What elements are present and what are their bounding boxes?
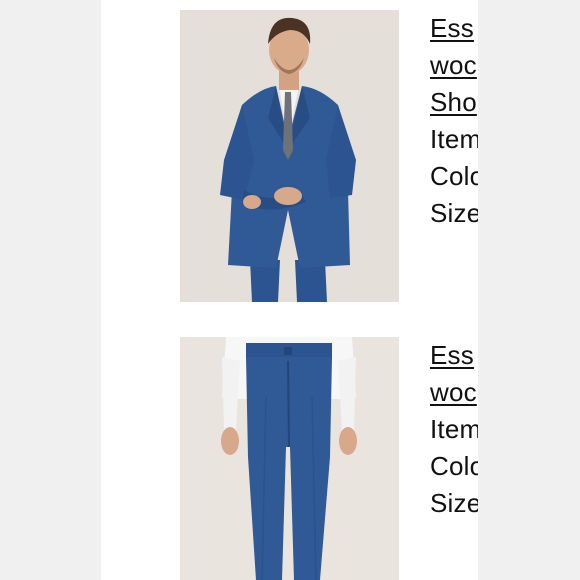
product-row-trousers: Ess woc Item Colo Size <box>101 337 478 580</box>
product-title-line-1[interactable]: Ess <box>430 10 478 47</box>
suit-trousers-photo <box>180 337 399 580</box>
right-margin <box>478 0 580 580</box>
product-details-jacket: Ess woc Sho Item Colo Size <box>430 10 478 232</box>
item-label: Item <box>430 414 478 444</box>
shop-link[interactable]: Sho <box>430 84 478 121</box>
product-title-line-2[interactable]: woc <box>430 47 478 84</box>
size-label: Size <box>430 488 478 518</box>
left-margin <box>0 0 101 580</box>
size-label: Size <box>430 198 478 228</box>
suit-jacket-photo <box>180 10 399 302</box>
product-details-trousers: Ess woc Item Colo Size <box>430 337 478 522</box>
product-title-line-2[interactable]: woc <box>430 374 478 411</box>
item-label: Item <box>430 124 478 154</box>
product-title-line-1[interactable]: Ess <box>430 337 478 374</box>
color-label: Colo <box>430 451 478 481</box>
listing-page[interactable]: Ess woc Sho Item Colo Size Ess woc Item … <box>101 0 478 580</box>
product-image-jacket[interactable] <box>180 10 399 302</box>
product-image-trousers[interactable] <box>180 337 399 580</box>
color-label: Colo <box>430 161 478 191</box>
product-row-jacket: Ess woc Sho Item Colo Size <box>101 10 478 302</box>
